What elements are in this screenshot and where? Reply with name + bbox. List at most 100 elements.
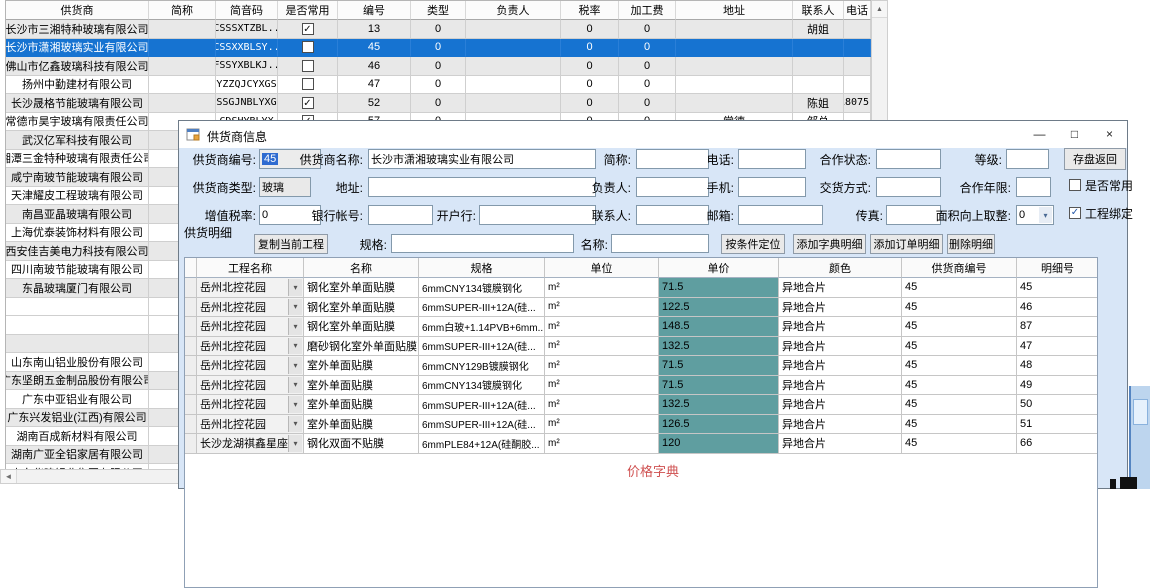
grid-cell[interactable]: CSSXXBLSY.. bbox=[216, 39, 278, 58]
add-order-detail-button[interactable]: 添加订单明细 bbox=[870, 234, 943, 254]
project-name-combo[interactable]: 岳州北控花园▾ bbox=[197, 278, 304, 298]
chevron-down-icon[interactable]: ▾ bbox=[288, 435, 302, 452]
unit-price-cell[interactable]: 132.5 bbox=[659, 337, 779, 357]
grid-cell[interactable]: 武汉亿军科技有限公司 bbox=[6, 131, 149, 150]
grid-cell[interactable] bbox=[6, 298, 149, 317]
detail-column-header[interactable]: 名称 bbox=[304, 258, 419, 278]
email-input[interactable] bbox=[738, 205, 823, 225]
grid-cell[interactable]: 13 bbox=[338, 20, 411, 39]
detail-row-header[interactable] bbox=[185, 356, 197, 376]
grid-cell[interactable] bbox=[844, 39, 871, 58]
detail-column-header[interactable]: 单位 bbox=[545, 258, 659, 278]
grid-cell[interactable]: 广东坚朗五金制品股份有限公司 bbox=[6, 372, 149, 391]
supplier-type-input[interactable]: 玻璃 bbox=[259, 177, 311, 197]
detail-cell[interactable]: 48 bbox=[1017, 356, 1098, 376]
grid-cell[interactable] bbox=[149, 39, 216, 58]
grid-cell[interactable]: 咸宁南玻节能玻璃有限公司 bbox=[6, 168, 149, 187]
grid-cell[interactable] bbox=[466, 20, 561, 39]
grid-cell[interactable]: 0 bbox=[561, 20, 619, 39]
detail-cell[interactable]: m² bbox=[545, 317, 659, 337]
add-dictionary-detail-button[interactable]: 添加字典明细 bbox=[793, 234, 866, 254]
grid-cell[interactable]: 0 bbox=[411, 76, 466, 95]
detail-cell[interactable]: 45 bbox=[902, 278, 1017, 298]
detail-cell[interactable]: 异地合片 bbox=[779, 395, 902, 415]
detail-row-header[interactable] bbox=[185, 376, 197, 396]
dialog-titlebar[interactable]: 供货商信息 — □ × bbox=[179, 121, 1127, 148]
detail-cell[interactable]: 异地合片 bbox=[779, 298, 902, 318]
grid-cell[interactable]: 南昌亚晶玻璃有限公司 bbox=[6, 205, 149, 224]
detail-cell[interactable]: 45 bbox=[902, 298, 1017, 318]
detail-cell[interactable]: m² bbox=[545, 356, 659, 376]
grade-input[interactable] bbox=[1006, 149, 1049, 169]
detail-cell[interactable]: 异地合片 bbox=[779, 376, 902, 396]
detail-cell[interactable]: m² bbox=[545, 395, 659, 415]
spec-filter-input[interactable] bbox=[391, 234, 574, 253]
column-header[interactable]: 编号 bbox=[338, 1, 411, 20]
project-name-combo[interactable]: 长沙龙湖祺鑫星座▾ bbox=[197, 434, 304, 454]
grid-cell[interactable]: 湘潭三金特种玻璃有限责任公司 bbox=[6, 150, 149, 169]
grid-cell[interactable]: 四川南玻节能玻璃有限公司 bbox=[6, 261, 149, 280]
detail-cell[interactable]: 室外单面贴膜 bbox=[304, 376, 419, 396]
grid-cell[interactable]: 52 bbox=[338, 94, 411, 113]
grid-cell[interactable]: 湖南广亚全铝家居有限公司 bbox=[6, 446, 149, 465]
detail-row-header[interactable] bbox=[185, 317, 197, 337]
detail-cell[interactable]: 异地合片 bbox=[779, 415, 902, 435]
column-header[interactable]: 联系人 bbox=[793, 1, 844, 20]
chevron-down-icon[interactable]: ▾ bbox=[288, 357, 302, 374]
detail-column-header[interactable]: 工程名称 bbox=[197, 258, 304, 278]
grid-cell[interactable] bbox=[6, 335, 149, 354]
column-header[interactable]: 电话 bbox=[844, 1, 871, 20]
grid-cell[interactable]: 0 bbox=[411, 20, 466, 39]
delete-detail-button[interactable]: 删除明细 bbox=[947, 234, 995, 254]
detail-cell[interactable]: 6mmCNY129B镀膜钢化 bbox=[419, 356, 545, 376]
grid-cell[interactable] bbox=[149, 94, 216, 113]
delivery-input[interactable] bbox=[876, 177, 941, 197]
detail-cell[interactable]: 异地合片 bbox=[779, 317, 902, 337]
chevron-down-icon[interactable]: ▾ bbox=[288, 338, 302, 355]
grid-cell[interactable] bbox=[676, 20, 793, 39]
grid-cell[interactable]: 0 bbox=[411, 57, 466, 76]
grid-cell[interactable]: YZZQJCYXGS bbox=[216, 76, 278, 95]
grid-cell[interactable]: 山东南山铝业股份有限公司 bbox=[6, 353, 149, 372]
grid-cell[interactable]: 0 bbox=[619, 94, 676, 113]
detail-cell[interactable]: 异地合片 bbox=[779, 278, 902, 298]
detail-cell[interactable]: 45 bbox=[902, 337, 1017, 357]
grid-cell[interactable]: 180751 bbox=[844, 94, 871, 113]
grid-cell[interactable] bbox=[844, 57, 871, 76]
grid-cell[interactable]: 东晶玻璃厦门有限公司 bbox=[6, 279, 149, 298]
grid-cell[interactable]: 0 bbox=[411, 94, 466, 113]
detail-cell[interactable]: 室外单面贴膜 bbox=[304, 415, 419, 435]
detail-cell[interactable]: 6mmSUPER-III+12A(硅... bbox=[419, 337, 545, 357]
address-input[interactable] bbox=[368, 177, 596, 197]
grid-cell[interactable]: CSSGJNBLYXGS bbox=[216, 94, 278, 113]
grid-cell[interactable] bbox=[6, 316, 149, 335]
grid-cell[interactable]: 天津耀皮工程玻璃有限公司 bbox=[6, 187, 149, 206]
detail-cell[interactable]: 45 bbox=[902, 395, 1017, 415]
detail-cell[interactable]: 磨砂钢化室外单面贴膜 bbox=[304, 337, 419, 357]
unit-price-cell[interactable]: 120 bbox=[659, 434, 779, 454]
scroll-up-arrow-icon[interactable]: ▲ bbox=[872, 1, 887, 18]
detail-cell[interactable]: m² bbox=[545, 434, 659, 454]
save-return-button[interactable]: 存盘返回 bbox=[1064, 148, 1126, 170]
column-header[interactable]: 负责人 bbox=[466, 1, 561, 20]
chevron-down-icon[interactable]: ▾ bbox=[288, 396, 302, 413]
unit-price-cell[interactable]: 71.5 bbox=[659, 376, 779, 396]
project-name-combo[interactable]: 岳州北控花园▾ bbox=[197, 317, 304, 337]
grid-cell[interactable]: 0 bbox=[619, 20, 676, 39]
grid-cell[interactable]: FSSYXBLKJ.. bbox=[216, 57, 278, 76]
column-header[interactable]: 供货商 bbox=[6, 1, 149, 20]
grid-cell[interactable] bbox=[149, 20, 216, 39]
scroll-left-arrow-icon[interactable]: ◄ bbox=[1, 470, 17, 483]
grid-cell[interactable] bbox=[278, 76, 338, 95]
maximize-button[interactable]: □ bbox=[1057, 121, 1092, 147]
project-bind-checkbox[interactable]: ✓ bbox=[1069, 207, 1081, 219]
column-header[interactable]: 地址 bbox=[676, 1, 793, 20]
common-checkbox[interactable] bbox=[302, 41, 314, 53]
detail-cell[interactable]: m² bbox=[545, 278, 659, 298]
unit-price-cell[interactable]: 122.5 bbox=[659, 298, 779, 318]
detail-cell[interactable]: m² bbox=[545, 337, 659, 357]
project-name-combo[interactable]: 岳州北控花园▾ bbox=[197, 337, 304, 357]
grid-cell[interactable]: 0 bbox=[561, 94, 619, 113]
detail-column-header[interactable]: 明细号 bbox=[1017, 258, 1098, 278]
detail-cell[interactable]: 异地合片 bbox=[779, 434, 902, 454]
